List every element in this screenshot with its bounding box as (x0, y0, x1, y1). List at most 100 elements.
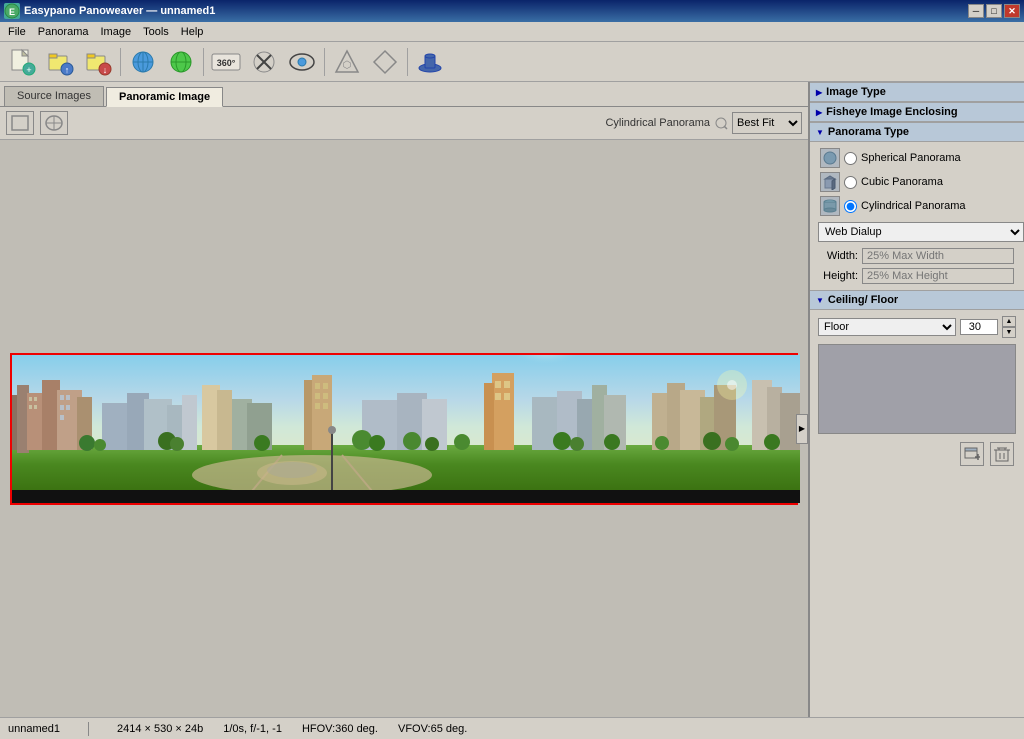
status-filename: unnamed1 (8, 723, 60, 735)
rectangle-tool-button[interactable] (6, 111, 34, 135)
image-type-arrow: ▶ (816, 88, 822, 97)
cylindrical-label: Cylindrical Panorama (605, 117, 710, 129)
panorama-type-label: Panorama Type (828, 126, 909, 138)
title-text: Easypano Panoweaver — unnamed1 (24, 5, 215, 17)
delete-floor-button[interactable] (990, 442, 1014, 466)
menu-tools[interactable]: Tools (137, 24, 175, 40)
toolbar-separator-1 (120, 48, 121, 76)
floor-value-down[interactable]: ▼ (1002, 327, 1016, 338)
new-button[interactable]: + (4, 45, 40, 79)
canvas-toolbar: Cylindrical Panorama Best Fit 100% 50% 2… (0, 107, 808, 140)
floor-select[interactable]: Floor Ceiling Both (818, 318, 956, 336)
cubic-radio[interactable] (844, 176, 857, 189)
fit-select[interactable]: Best Fit 100% 50% 200% (732, 112, 802, 134)
width-row: Width: (814, 246, 1020, 266)
ceiling-floor-label: Ceiling/ Floor (828, 294, 898, 306)
panel-expand-button[interactable]: ▶ (796, 414, 808, 444)
toolbar: + ↑ ↓ (0, 42, 1024, 82)
add-floor-button[interactable] (960, 442, 984, 466)
toolbar-separator-2 (203, 48, 204, 76)
cylindrical-icon (820, 196, 840, 216)
svg-text:+: + (26, 65, 31, 75)
spherical-option[interactable]: Spherical Panorama (814, 146, 1020, 170)
height-input[interactable] (862, 268, 1014, 284)
fisheye-tool-button[interactable] (40, 111, 68, 135)
panoramic-scene (12, 355, 800, 503)
toolbar-separator-4 (407, 48, 408, 76)
fisheye-arrow: ▶ (816, 108, 822, 117)
ceiling-floor-content: Floor Ceiling Both ▲ ▼ (810, 310, 1024, 474)
svg-text:360°: 360° (217, 58, 236, 68)
spherical-icon (820, 148, 840, 168)
image-display: ▶ (0, 140, 808, 717)
svg-text:↓: ↓ (103, 65, 108, 75)
menu-panorama[interactable]: Panorama (32, 24, 95, 40)
status-bar: unnamed1 2414 × 530 × 24b 1/0s, f/-1, -1… (0, 717, 1024, 739)
ceiling-floor-arrow: ▼ (816, 296, 824, 305)
save-button[interactable]: ↓ (80, 45, 116, 79)
image-type-section-header[interactable]: ▶ Image Type (810, 82, 1024, 102)
status-vfov: VFOV:65 deg. (398, 723, 467, 735)
tab-panoramic-image[interactable]: Panoramic Image (106, 87, 223, 107)
preview-svg (819, 345, 1015, 433)
floor-value-input[interactable] (960, 319, 998, 335)
cubic-option[interactable]: Cubic Panorama (814, 170, 1020, 194)
maximize-button[interactable]: □ (986, 4, 1002, 18)
cylindrical-label: Cylindrical Panorama (861, 200, 966, 212)
minimize-button[interactable]: ─ (968, 4, 984, 18)
cylindrical-option[interactable]: Cylindrical Panorama (814, 194, 1020, 218)
title-bar-buttons: ─ □ ✕ (968, 4, 1020, 18)
panoramic-image-wrapper (10, 353, 798, 505)
width-label: Width: (820, 250, 858, 262)
action-buttons-row (814, 438, 1020, 470)
right-panel: ▶ Image Type ▶ Fisheye Image Enclosing ▼… (809, 82, 1024, 717)
fisheye-label: Fisheye Image Enclosing (826, 106, 957, 118)
app-icon: E (4, 3, 20, 19)
360-button[interactable]: 360° (208, 45, 244, 79)
panorama-type-content: Spherical Panorama Cubic Panorama (810, 142, 1024, 290)
status-exposure: 1/0s, f/-1, -1 (223, 723, 282, 735)
view-button[interactable] (284, 45, 320, 79)
ceiling-floor-section-header[interactable]: ▼ Ceiling/ Floor (810, 290, 1024, 310)
floor-value-up[interactable]: ▲ (1002, 316, 1016, 327)
preview-area (818, 344, 1016, 434)
panorama-type-arrow: ▼ (816, 128, 824, 137)
spherical-label: Spherical Panorama (861, 152, 961, 164)
publish-button[interactable]: ⬡ (329, 45, 365, 79)
cubic-label: Cubic Panorama (861, 176, 943, 188)
svg-text:E: E (9, 7, 15, 17)
globe1-button[interactable] (125, 45, 161, 79)
fit-tool-icon (714, 116, 728, 130)
height-label: Height: (820, 270, 858, 282)
panorama-type-section-header[interactable]: ▼ Panorama Type (810, 122, 1024, 142)
toolbar-separator-3 (324, 48, 325, 76)
tabs: Source Images Panoramic Image (0, 82, 808, 107)
tab-source-images[interactable]: Source Images (4, 86, 104, 106)
status-dimensions: 2414 × 530 × 24b (117, 723, 203, 735)
open-button[interactable]: ↑ (42, 45, 78, 79)
svg-text:↑: ↑ (65, 65, 70, 75)
status-hfov: HFOV:360 deg. (302, 723, 378, 735)
status-separator-1 (88, 722, 89, 736)
globe2-button[interactable] (163, 45, 199, 79)
menu-file[interactable]: File (2, 24, 32, 40)
quality-select[interactable]: Web Dialup Web Broadband High Quality Pr… (818, 222, 1024, 242)
image-type-label: Image Type (826, 86, 886, 98)
cylindrical-radio[interactable] (844, 200, 857, 213)
height-row: Height: (814, 266, 1020, 286)
width-input[interactable] (862, 248, 1014, 264)
main-content: Source Images Panoramic Image Cy (0, 82, 1024, 717)
hat-button[interactable] (412, 45, 448, 79)
menu-image[interactable]: Image (95, 24, 138, 40)
spherical-radio[interactable] (844, 152, 857, 165)
close-button[interactable]: ✕ (1004, 4, 1020, 18)
menu-help[interactable]: Help (175, 24, 210, 40)
svg-text:⬡: ⬡ (343, 60, 352, 71)
title-bar: E Easypano Panoweaver — unnamed1 ─ □ ✕ (0, 0, 1024, 22)
fisheye-section-header[interactable]: ▶ Fisheye Image Enclosing (810, 102, 1024, 122)
stitch-button[interactable] (246, 45, 282, 79)
cubic-icon (820, 172, 840, 192)
fit-label-area: Cylindrical Panorama Best Fit 100% 50% 2… (605, 112, 802, 134)
title-bar-left: E Easypano Panoweaver — unnamed1 (4, 3, 215, 19)
diamond-button[interactable] (367, 45, 403, 79)
